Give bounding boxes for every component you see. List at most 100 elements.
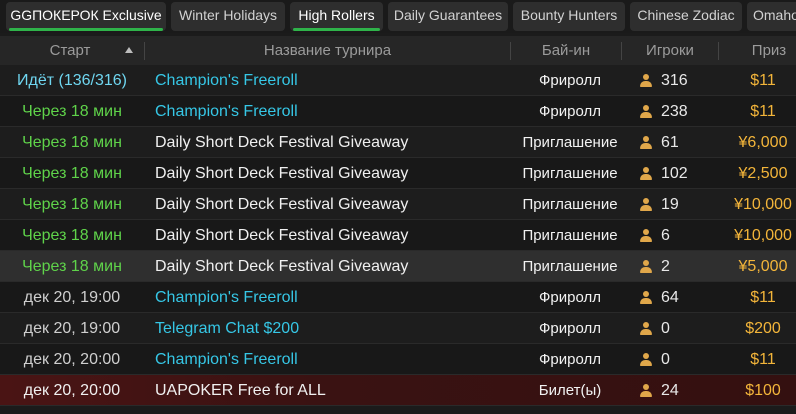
buyin: Приглашение: [522, 165, 618, 182]
tournament-row[interactable]: Через 18 мин Daily Short Deck Festival G…: [0, 127, 796, 158]
start-time: дек 20, 20:00: [23, 382, 121, 399]
buyin: Приглашение: [522, 258, 618, 275]
players-count: 238: [640, 96, 730, 127]
players-value: 19: [661, 196, 679, 213]
players-count: 102: [640, 158, 730, 189]
tournament-name: Daily Short Deck Festival Giveaway: [155, 227, 409, 244]
players-value: 61: [661, 134, 679, 151]
players-value: 102: [661, 165, 688, 182]
user-icon: [640, 74, 652, 88]
tournament-name: Champion's Freeroll: [155, 351, 298, 368]
prize: $11: [750, 72, 776, 89]
user-icon: [640, 260, 652, 274]
players-value: 2: [661, 258, 670, 275]
column-players[interactable]: Игроки: [622, 36, 718, 65]
user-icon: [640, 322, 652, 336]
players-count: 6: [640, 220, 730, 251]
buyin: Фриролл: [539, 72, 601, 89]
players-count: 0: [640, 344, 730, 375]
start-time: Через 18 мин: [22, 258, 122, 275]
user-icon: [640, 105, 652, 119]
prize: $100: [745, 382, 781, 399]
start-time: Через 18 мин: [22, 196, 122, 213]
tournament-row[interactable]: дек 20, 19:00 Champion's Freeroll Фрирол…: [0, 282, 796, 313]
tab-bounty-hunters[interactable]: Bounty Hunters: [513, 2, 625, 31]
tournament-name: Telegram Chat $200: [155, 320, 300, 337]
prize: $11: [750, 289, 776, 306]
category-tabs: GGПОКЕРОК Exclusive Winter Holidays High…: [0, 0, 796, 33]
players-count: 24: [640, 375, 730, 406]
tab-winter-holidays[interactable]: Winter Holidays: [171, 2, 285, 31]
tab-omaho[interactable]: Omaho: [747, 2, 796, 31]
tournament-name: Daily Short Deck Festival Giveaway: [155, 165, 409, 182]
players-count: 316: [640, 65, 730, 96]
prize: $11: [750, 103, 776, 120]
buyin: Билет(ы): [538, 382, 602, 399]
tournament-row[interactable]: Через 18 мин Champion's Freeroll Фриролл…: [0, 96, 796, 127]
tournament-row[interactable]: Через 18 мин Daily Short Deck Festival G…: [0, 220, 796, 251]
tournament-row[interactable]: Идёт (136/316) Champion's Freeroll Фриро…: [0, 65, 796, 96]
tournament-name: UAPOKER Free for ALL: [155, 382, 326, 399]
tournament-row[interactable]: Через 18 мин Daily Short Deck Festival G…: [0, 251, 796, 282]
tournament-row[interactable]: дек 20, 20:00 Champion's Freeroll Фрирол…: [0, 344, 796, 375]
buyin: Фриролл: [539, 289, 601, 306]
column-prize[interactable]: Приз: [719, 36, 796, 65]
tournament-name: Daily Short Deck Festival Giveaway: [155, 196, 409, 213]
buyin: Фриролл: [539, 351, 601, 368]
start-time: Через 18 мин: [22, 103, 122, 120]
tournament-name: Champion's Freeroll: [155, 72, 298, 89]
tournament-row[interactable]: дек 20, 19:00 Telegram Chat $200 Фриролл…: [0, 313, 796, 344]
tournament-row[interactable]: Через 18 мин Daily Short Deck Festival G…: [0, 158, 796, 189]
column-start[interactable]: Старт: [0, 36, 140, 65]
buyin: Приглашение: [522, 196, 618, 213]
table-header: Старт Название турнира Бай-ин Игроки При…: [0, 36, 796, 65]
players-value: 0: [661, 351, 670, 368]
players-value: 316: [661, 72, 688, 89]
tournament-row[interactable]: Через 18 мин Daily Short Deck Festival G…: [0, 189, 796, 220]
user-icon: [640, 384, 652, 398]
start-time: дек 20, 20:00: [23, 351, 121, 368]
players-value: 6: [661, 227, 670, 244]
players-value: 0: [661, 320, 670, 337]
start-time: Через 18 мин: [22, 165, 122, 182]
tab-high-rollers[interactable]: High Rollers: [290, 2, 383, 31]
user-icon: [640, 136, 652, 150]
players-count: 61: [640, 127, 730, 158]
user-icon: [640, 198, 652, 212]
tournament-name: Champion's Freeroll: [155, 289, 298, 306]
user-icon: [640, 291, 652, 305]
user-icon: [640, 167, 652, 181]
tournament-row[interactable]: дек 20, 20:00 UAPOKER Free for ALL Билет…: [0, 375, 796, 406]
tab-ggpokerok-exclusive[interactable]: GGПОКЕРОК Exclusive: [6, 2, 166, 31]
start-time: дек 20, 19:00: [23, 289, 121, 306]
user-icon: [640, 353, 652, 367]
prize: $200: [745, 320, 781, 337]
players-count: 0: [640, 313, 730, 344]
tab-daily-guarantees[interactable]: Daily Guarantees: [388, 2, 508, 31]
column-name[interactable]: Название турнира: [145, 36, 510, 65]
players-count: 64: [640, 282, 730, 313]
start-time: дек 20, 19:00: [23, 320, 121, 337]
start-time: Идёт (136/316): [17, 72, 127, 89]
buyin: Фриролл: [539, 320, 601, 337]
buyin: Приглашение: [522, 227, 618, 244]
players-count: 2: [640, 251, 730, 282]
players-value: 24: [661, 382, 679, 399]
start-time: Через 18 мин: [22, 134, 122, 151]
players-count: 19: [640, 189, 730, 220]
tournament-name: Champion's Freeroll: [155, 103, 298, 120]
column-buyin[interactable]: Бай-ин: [511, 36, 621, 65]
prize: ¥5,000: [738, 258, 788, 275]
prize: ¥2,500: [738, 165, 788, 182]
prize: ¥10,000: [734, 196, 792, 213]
players-value: 238: [661, 103, 688, 120]
sort-ascending-icon[interactable]: [125, 47, 133, 53]
prize: ¥10,000: [734, 227, 792, 244]
start-time: Через 18 мин: [22, 227, 122, 244]
column-start-label: Старт: [49, 42, 91, 59]
user-icon: [640, 229, 652, 243]
prize: ¥6,000: [738, 134, 788, 151]
tab-chinese-zodiac[interactable]: Chinese Zodiac: [630, 2, 742, 31]
prize: $11: [750, 351, 776, 368]
players-value: 64: [661, 289, 679, 306]
